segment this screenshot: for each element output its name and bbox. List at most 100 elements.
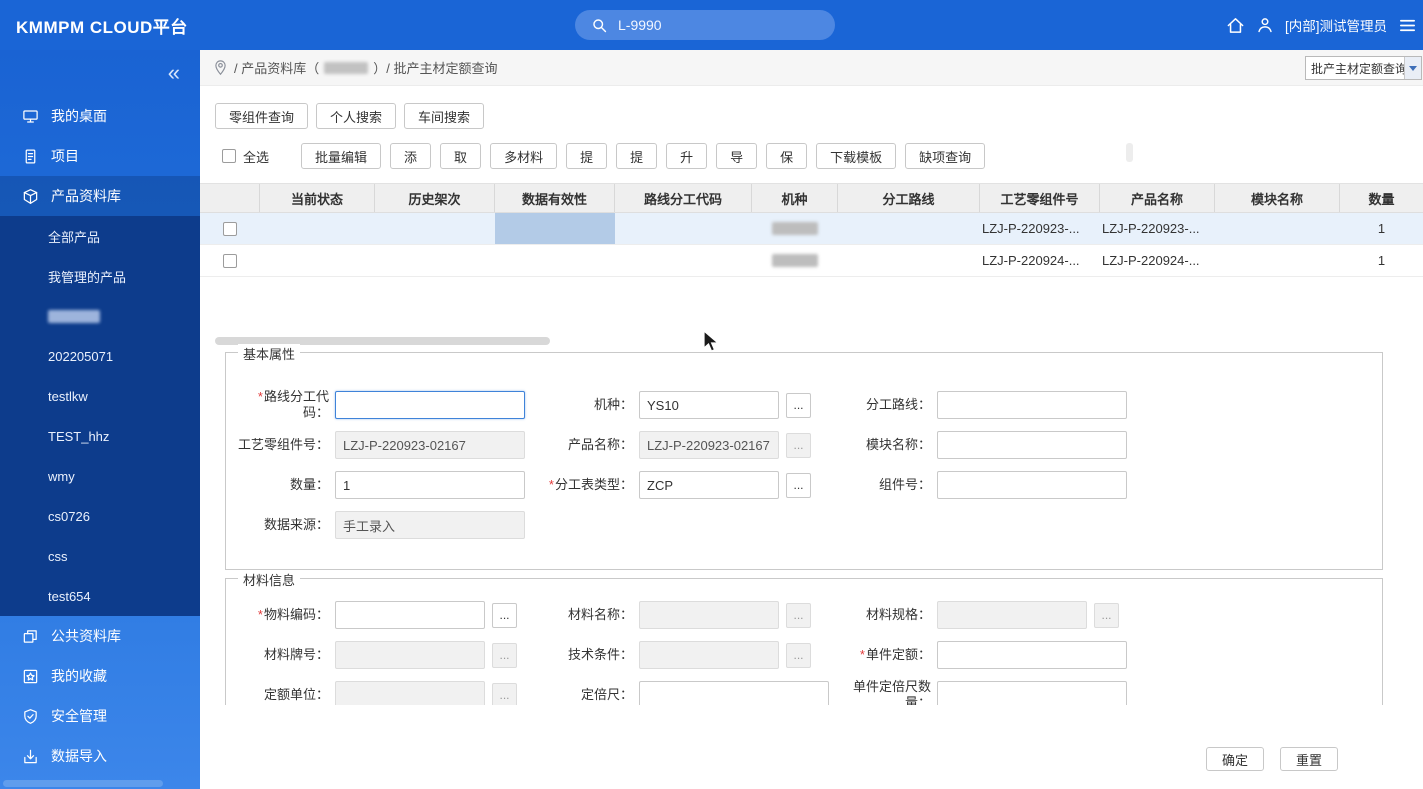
user-icon[interactable]: [1256, 16, 1274, 34]
column-header[interactable]: 数据有效性: [495, 184, 615, 212]
validity-cell: [495, 245, 615, 276]
material-code-input[interactable]: [335, 601, 485, 629]
home-icon[interactable]: [1226, 16, 1245, 35]
missing-item-query-button[interactable]: 缺项查询: [905, 143, 985, 169]
field-label: *单件定额：: [836, 647, 931, 663]
module-name-input[interactable]: [937, 431, 1127, 459]
part-number-cell: LZJ-P-220924-...: [980, 245, 1100, 276]
row-checkbox[interactable]: [223, 254, 237, 268]
validity-cell-highlighted[interactable]: [495, 213, 615, 244]
field-material-name: 材料名称： ...: [538, 595, 811, 635]
search-value: L-9990: [618, 17, 662, 33]
field-label: 数量：: [234, 477, 329, 493]
upgrade-button[interactable]: 升: [666, 143, 707, 169]
status-cell: [260, 245, 375, 276]
table-row[interactable]: LZJ-P-220923-... LZJ-P-220923-... 1: [200, 213, 1423, 245]
batch-edit-button[interactable]: 批量编辑: [301, 143, 381, 169]
sidebar-item-data-import[interactable]: 数据导入: [0, 736, 200, 776]
required-mark: *: [258, 389, 263, 404]
sidebar-item-product-library[interactable]: 产品资料库: [0, 176, 200, 216]
column-header[interactable]: 工艺零组件号: [980, 184, 1100, 212]
export-button[interactable]: 导: [716, 143, 757, 169]
component-number-input[interactable]: [937, 471, 1127, 499]
reset-button[interactable]: 重置: [1280, 747, 1338, 771]
sidebar-subitem-202205071[interactable]: 202205071: [0, 336, 200, 376]
topbar-actions: [内部]测试管理员: [1226, 0, 1417, 50]
tab-component-query[interactable]: 零组件查询: [215, 103, 308, 129]
table-row[interactable]: LZJ-P-220924-... LZJ-P-220924-... 1: [200, 245, 1423, 277]
tab-personal-search[interactable]: 个人搜索: [316, 103, 396, 129]
quantity-input[interactable]: [335, 471, 525, 499]
main-content: / 产品资料库（ ）/ 批产主材定额查询 批产主材定额查询 零组件查询 个人搜索…: [200, 50, 1423, 789]
material-grade-input: [335, 641, 485, 669]
field-label: 分工路线：: [836, 397, 931, 413]
save-button[interactable]: 保: [766, 143, 807, 169]
sidebar-item-label: 我的收藏: [51, 666, 107, 686]
menu-icon[interactable]: [1398, 16, 1417, 35]
unit-quota-input[interactable]: [937, 641, 1127, 669]
toolbar: 全选 批量编辑 添 取 多材料 提 提 升 导 保 下载模板 缺项查询: [222, 143, 1413, 169]
field-data-source: 数据来源：: [234, 505, 525, 545]
field-component-number: 组件号：: [836, 465, 1127, 505]
sidebar-subitem-all-products[interactable]: 全部产品: [0, 216, 200, 256]
project-icon: [22, 148, 39, 165]
column-header[interactable]: 历史架次: [375, 184, 495, 212]
field-label: 产品名称：: [538, 437, 633, 453]
sidebar-item-public-library[interactable]: 公共资料库: [0, 616, 200, 656]
tab-workshop-search[interactable]: 车间搜索: [404, 103, 484, 129]
select-all-checkbox[interactable]: [222, 149, 236, 163]
sidebar-subitem-my-managed-products[interactable]: 我管理的产品: [0, 256, 200, 296]
column-header[interactable]: 产品名称: [1100, 184, 1215, 212]
table-type-input[interactable]: [639, 471, 779, 499]
machine-type-input[interactable]: [639, 391, 779, 419]
sidebar-subitem-test-hhz[interactable]: TEST_hhz: [0, 416, 200, 456]
table-type-lookup-button[interactable]: ...: [786, 473, 811, 498]
column-header[interactable]: 路线分工代码: [615, 184, 752, 212]
column-header[interactable]: 数量: [1340, 184, 1423, 212]
location-pin-icon: [214, 60, 227, 76]
download-template-button[interactable]: 下载模板: [816, 143, 896, 169]
table-header: 当前状态 历史架次 数据有效性 路线分工代码 机种 分工路线 工艺零组件号 产品…: [200, 183, 1423, 213]
sidebar-subitem-test654[interactable]: test654: [0, 576, 200, 616]
sidebar-subitem-wmy[interactable]: wmy: [0, 456, 200, 496]
add-button[interactable]: 添: [390, 143, 431, 169]
sidebar-item-label: 项目: [51, 146, 79, 166]
submit-button-2[interactable]: 提: [616, 143, 657, 169]
global-search-input[interactable]: L-9990: [575, 10, 835, 40]
sidebar-subitem-css[interactable]: css: [0, 536, 200, 576]
machine-type-lookup-button[interactable]: ...: [786, 393, 811, 418]
sidebar-subitem-redacted[interactable]: [0, 296, 200, 336]
sidebar-horizontal-scrollbar[interactable]: [3, 780, 163, 787]
row-checkbox[interactable]: [223, 222, 237, 236]
column-header[interactable]: 当前状态: [260, 184, 375, 212]
division-route-input[interactable]: [937, 391, 1127, 419]
mini-scrollbar[interactable]: [1126, 143, 1133, 162]
field-tech-condition: 技术条件： ...: [538, 635, 811, 675]
multi-material-button[interactable]: 多材料: [490, 143, 557, 169]
column-header[interactable]: 分工路线: [838, 184, 980, 212]
take-button[interactable]: 取: [440, 143, 481, 169]
sidebar-item-projects[interactable]: 项目: [0, 136, 200, 176]
column-header[interactable]: 机种: [752, 184, 838, 212]
field-material-spec: 材料规格： ...: [836, 595, 1119, 635]
field-label: *物料编码：: [234, 607, 329, 623]
machine-type-cell: [752, 245, 838, 276]
submit-button-1[interactable]: 提: [566, 143, 607, 169]
sidebar-item-my-desktop[interactable]: 我的桌面: [0, 96, 200, 136]
route-code-input[interactable]: [335, 391, 525, 419]
results-table: 当前状态 历史架次 数据有效性 路线分工代码 机种 分工路线 工艺零组件号 产品…: [200, 183, 1423, 277]
material-code-lookup-button[interactable]: ...: [492, 603, 517, 628]
public-library-icon: [22, 628, 39, 645]
view-select[interactable]: 批产主材定额查询: [1305, 56, 1422, 80]
breadcrumb-part1: / 产品资料库（: [234, 58, 319, 77]
sidebar-subitem-cs0726[interactable]: cs0726: [0, 496, 200, 536]
sidebar-item-security[interactable]: 安全管理: [0, 696, 200, 736]
column-header[interactable]: 模块名称: [1215, 184, 1340, 212]
sidebar-subitem-testlkw[interactable]: testlkw: [0, 376, 200, 416]
sidebar-item-favorites[interactable]: 我的收藏: [0, 656, 200, 696]
sidebar-item-label: 产品资料库: [51, 186, 121, 206]
sidebar-collapse-button[interactable]: «: [0, 50, 200, 96]
material-spec-lookup-button: ...: [1094, 603, 1119, 628]
basic-attributes-section: 基本属性 *路线分工代码： 机种： ... 分工路线：: [225, 352, 1383, 570]
confirm-button[interactable]: 确定: [1206, 747, 1264, 771]
